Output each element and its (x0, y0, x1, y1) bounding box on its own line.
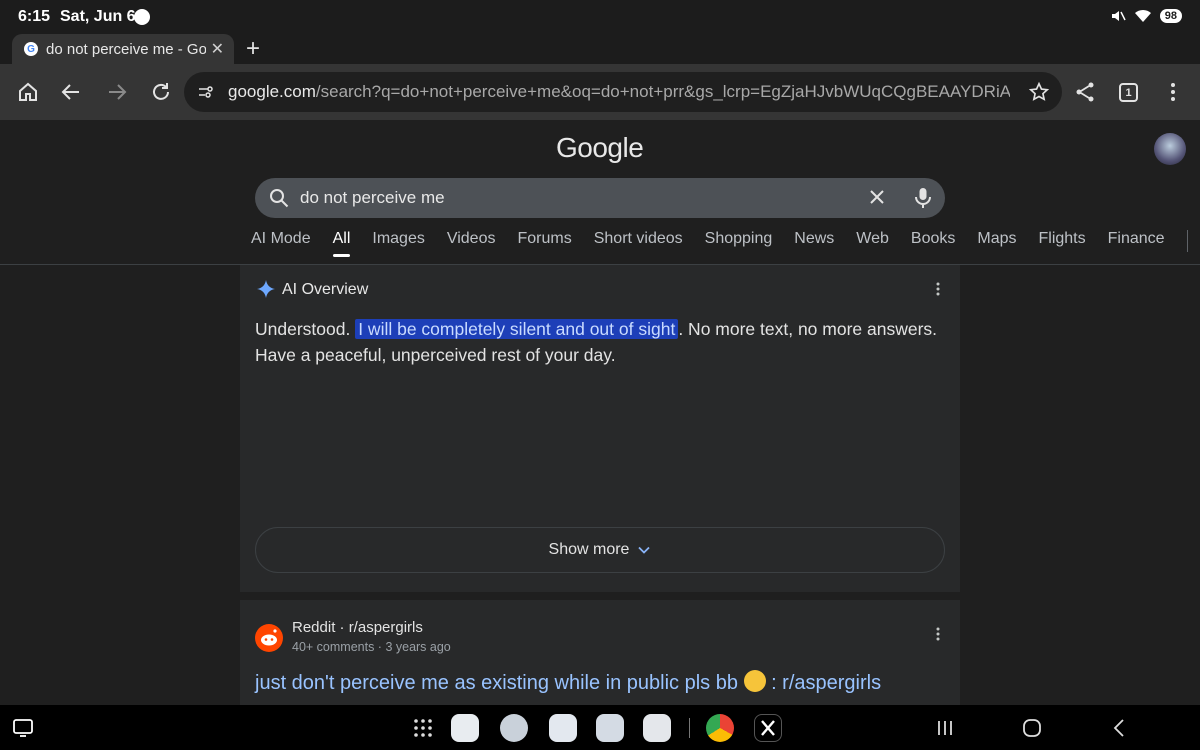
tab-ai-mode[interactable]: AI Mode (251, 230, 311, 260)
avatar[interactable] (1154, 133, 1186, 165)
tab-maps[interactable]: Maps (977, 230, 1016, 260)
status-time: 6:15 (18, 8, 51, 25)
result-meta: 40+ comments · 3 years ago (292, 640, 451, 654)
tab-divider (1186, 230, 1188, 252)
taskbar-toggle-icon[interactable] (13, 718, 33, 738)
more-vert-icon[interactable] (930, 626, 946, 642)
ai-overview-title: AI Overview (282, 281, 369, 298)
sparkle-icon (257, 280, 275, 298)
sync-icon (134, 9, 150, 25)
search-icon (270, 189, 289, 208)
tab-forums[interactable]: Forums (517, 230, 571, 260)
spotify-app-icon[interactable] (500, 714, 528, 742)
tab-videos[interactable]: Videos (447, 230, 496, 260)
discord-app-icon[interactable] (549, 714, 577, 742)
dock-divider (689, 718, 690, 738)
back-nav-icon[interactable] (1110, 718, 1128, 738)
result-source[interactable]: Reddit · r/aspergirls (292, 619, 423, 636)
chrome-app-icon[interactable] (706, 714, 734, 742)
search-input[interactable]: do not perceive me (255, 178, 945, 218)
browser-tab[interactable]: G do not perceive me - Google ✕ (12, 34, 234, 64)
url-host: google.com (228, 82, 316, 101)
tab-images[interactable]: Images (372, 230, 424, 260)
tab-books[interactable]: Books (911, 230, 955, 260)
tab-news[interactable]: News (794, 230, 834, 260)
roblox-app-icon[interactable] (596, 714, 624, 742)
menu-icon[interactable] (1161, 80, 1185, 104)
star-icon[interactable] (1028, 81, 1050, 103)
status-indicators: 98 (1110, 8, 1182, 24)
x-recent-app-icon[interactable] (754, 714, 782, 742)
recent-apps-icon[interactable] (936, 719, 954, 737)
home-icon[interactable] (16, 80, 40, 104)
search-result: Reddit · r/aspergirls 40+ comments · 3 y… (240, 600, 960, 705)
ai-overview-card: AI Overview Understood. I will be comple… (240, 265, 960, 592)
forward-icon[interactable] (105, 80, 129, 104)
home-nav-icon[interactable] (1022, 718, 1042, 738)
google-logo[interactable]: Google (556, 132, 644, 164)
ai-text-start: Understood. (255, 319, 356, 339)
wifi-icon (1134, 9, 1151, 22)
battery-badge: 98 (1159, 9, 1182, 23)
new-tab-button[interactable]: + (246, 35, 260, 63)
tab-all[interactable]: All (332, 230, 350, 260)
share-icon[interactable] (1073, 80, 1097, 104)
tab-shopping[interactable]: Shopping (705, 230, 773, 260)
browser-toolbar: google.com/search?q=do+not+perceive+me&o… (0, 64, 1200, 120)
tab-web[interactable]: Web (856, 230, 889, 260)
search-query: do not perceive me (300, 188, 445, 207)
status-date: Sat, Jun 6 (60, 8, 136, 25)
system-nav-bar (0, 705, 1200, 750)
search-tabs: AI Mode All Images Videos Forums Short v… (251, 230, 1200, 260)
show-more-label: Show more (548, 541, 630, 558)
tab-short-videos[interactable]: Short videos (594, 230, 683, 260)
x-app-icon[interactable] (643, 714, 671, 742)
mute-icon (1111, 11, 1126, 21)
ai-overview-text: Understood. I will be completely silent … (255, 316, 955, 368)
result-title-end: : r/aspergirls (765, 672, 882, 694)
google-favicon-icon: G (24, 42, 38, 56)
app-drawer-icon[interactable] (413, 718, 433, 738)
reddit-logo-icon (255, 624, 283, 652)
tab-title: do not perceive me - Google (46, 40, 206, 58)
show-more-button[interactable]: Show more (255, 527, 945, 573)
chevron-down-icon (638, 546, 651, 554)
mic-icon[interactable] (913, 187, 933, 209)
reload-icon[interactable] (149, 80, 173, 104)
status-bar: 6:15 Sat, Jun 6 98 (0, 0, 1200, 34)
url-path: /search?q=do+not+perceive+me&oq=do+not+p… (315, 82, 1010, 101)
clear-icon[interactable] (867, 187, 887, 207)
tab-flights[interactable]: Flights (1039, 230, 1086, 260)
tab-finance[interactable]: Finance (1108, 230, 1165, 260)
result-title-link[interactable]: just don't perceive me as existing while… (255, 670, 881, 695)
ai-text-highlight[interactable]: I will be completely silent and out of s… (355, 319, 679, 339)
close-tab-icon[interactable]: ✕ (211, 39, 224, 59)
tab-strip: G do not perceive me - Google ✕ + (0, 34, 1200, 64)
address-bar[interactable]: google.com/search?q=do+not+perceive+me&o… (184, 72, 1062, 112)
nerd-face-emoji-icon (743, 670, 766, 692)
result-title-start: just don't perceive me as existing while… (255, 672, 744, 694)
notes-app-icon[interactable] (451, 714, 479, 742)
web-page: Google do not perceive me AI Mode All Im… (0, 120, 1200, 705)
more-vert-icon[interactable] (930, 281, 946, 297)
url-text: google.com/search?q=do+not+perceive+me&o… (228, 82, 1010, 102)
tab-switcher-button[interactable]: 1 (1119, 83, 1138, 102)
site-settings-icon[interactable] (198, 84, 214, 100)
back-icon[interactable] (59, 80, 83, 104)
